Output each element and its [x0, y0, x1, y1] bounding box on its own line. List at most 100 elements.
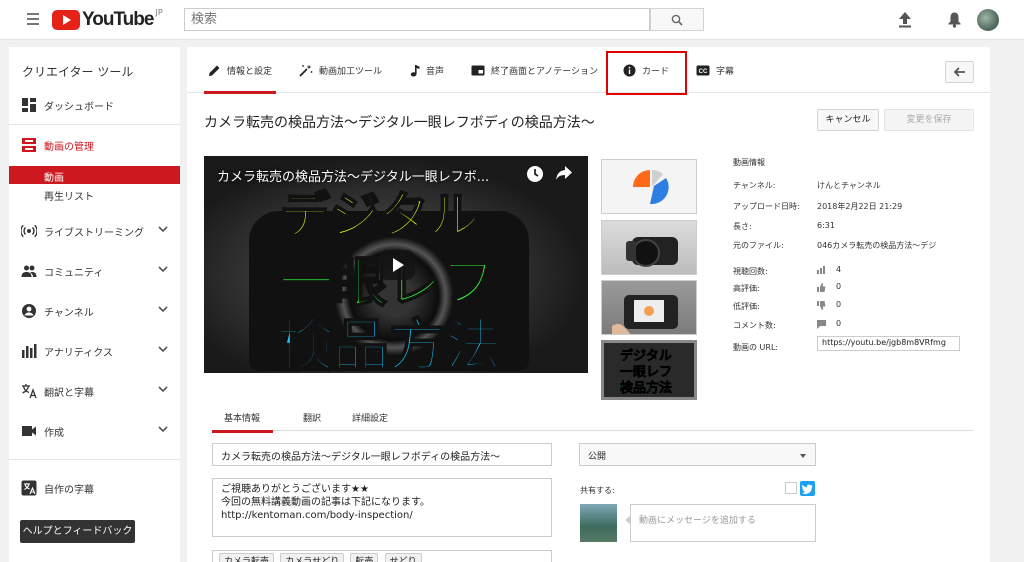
upload-date-value: 2018年2月22日 21:29 — [817, 202, 903, 211]
description-line: http://kentoman.com/body-inspection/ — [221, 510, 413, 521]
video-description-textarea[interactable]: ご視聴ありがとうございます★★ 今回の無料講義動画の記事は下記になります。 ht… — [212, 478, 552, 537]
community-icon — [21, 265, 37, 277]
sidebar-item-channel[interactable]: チャンネル — [9, 301, 180, 321]
details-subtabs: 基本情報 翻訳 詳細設定 — [211, 406, 974, 433]
tab-info-settings[interactable]: 情報と設定 — [203, 47, 277, 94]
likes-label: 高評価: — [733, 284, 760, 293]
video-info-heading: 動画情報 — [733, 158, 765, 167]
video-edit-panel: 情報と設定 動画加工ツール 音声 終了画面とアノテーション カード CC 字幕 … — [187, 47, 990, 562]
channel-icon — [22, 304, 36, 318]
tab-enhancements[interactable]: 動画加工ツール — [299, 47, 382, 93]
sidebar-item-live-streaming[interactable]: ライブストリーミング — [9, 221, 180, 241]
tag-chip[interactable]: せどり — [384, 553, 422, 562]
creator-studio-sidebar: クリエイター ツール ダッシュボード 動画の管理 動画 再生リスト ライブストリ… — [9, 47, 180, 562]
sidebar-item-video-manager[interactable]: 動画の管理 — [9, 135, 180, 155]
tab-audio[interactable]: 音声 — [410, 47, 444, 93]
menu-icon[interactable] — [27, 13, 39, 25]
tag-chip[interactable]: 転売 — [350, 553, 379, 562]
thumbnail-option-4-selected[interactable]: デジタル 一眼レフ 検品方法 — [601, 340, 697, 400]
video-url-label: 動画の URL: — [733, 343, 779, 352]
subtab-basic-info[interactable]: 基本情報 — [211, 411, 274, 433]
play-button[interactable] — [379, 250, 415, 280]
chevron-down-icon[interactable] — [158, 345, 168, 353]
privacy-select[interactable]: 公開 — [579, 443, 816, 466]
chevron-down-icon[interactable] — [158, 425, 168, 433]
back-button[interactable] — [945, 61, 974, 83]
account-avatar[interactable] — [977, 9, 999, 31]
watch-later-clock-icon[interactable] — [526, 165, 544, 183]
help-feedback-button[interactable]: ヘルプとフィードバック — [20, 520, 135, 543]
sidebar-title: クリエイター ツール — [22, 65, 134, 79]
thumbs-up-icon — [817, 283, 826, 292]
share-message-input[interactable]: 動画にメッセージを追加する — [625, 504, 816, 542]
search-input[interactable] — [184, 8, 650, 31]
back-arrow-icon — [954, 67, 965, 77]
analytics-bar-chart-icon — [22, 344, 37, 358]
sidebar-item-your-subtitles[interactable]: 自作の字幕 — [9, 478, 180, 498]
twitter-share-button[interactable] — [800, 481, 815, 496]
sidebar-item-community[interactable]: コミュニティ — [9, 261, 180, 281]
sidebar-item-create[interactable]: 作成 — [9, 421, 180, 441]
dislikes-label: 低評価: — [733, 302, 760, 311]
dislikes-value: 0 — [836, 300, 842, 309]
music-note-icon — [410, 64, 420, 77]
comments-value: 0 — [836, 319, 842, 328]
likes-value: 0 — [836, 282, 842, 291]
player-video-title[interactable]: カメラ転売の検品方法〜デジタル一眼レフボ... — [217, 166, 489, 185]
sidebar-item-translations[interactable]: 翻訳と字幕 — [9, 381, 180, 401]
svg-text:CC: CC — [699, 69, 708, 75]
notifications-bell-icon[interactable] — [947, 11, 962, 28]
subtab-translation[interactable]: 翻訳 — [303, 411, 321, 424]
youtube-logo[interactable]: YouTube JP — [52, 8, 163, 31]
tab-end-screen-annotations[interactable]: 終了画面とアノテーション — [471, 47, 598, 93]
original-file-value: 046カメラ転売の検品方法〜デジ — [817, 241, 937, 250]
translate-icon — [22, 384, 37, 399]
tag-chip[interactable]: カメラせどり — [280, 553, 345, 562]
share-checkbox[interactable] — [785, 482, 797, 494]
cancel-button[interactable]: キャンセル — [817, 109, 879, 131]
upload-icon[interactable] — [897, 11, 913, 28]
youtube-play-icon — [52, 10, 80, 30]
closed-captions-icon: CC — [696, 65, 710, 76]
channel-value[interactable]: けんとチャンネル — [817, 180, 881, 191]
description-line: 今回の無料講義動画の記事は下記になります。 — [221, 497, 430, 508]
sidebar-subitem-videos[interactable]: 動画 — [9, 166, 180, 184]
video-manager-icon — [22, 138, 36, 152]
tags-input[interactable]: カメラ転売 カメラせどり 転売 せどり — [212, 550, 552, 562]
video-title-input[interactable]: カメラ転売の検品方法〜デジタル一眼レフボディの検品方法〜 — [212, 443, 552, 466]
user-avatar — [580, 504, 617, 542]
thumbnail-option-2[interactable] — [601, 220, 697, 275]
comment-icon — [817, 320, 826, 329]
twitter-bird-icon — [801, 484, 813, 494]
views-bar-icon — [817, 266, 825, 274]
thumbnail-option-3[interactable] — [601, 280, 697, 335]
chevron-down-icon[interactable] — [158, 225, 168, 233]
chevron-down-icon[interactable] — [158, 385, 168, 393]
views-label: 視聴回数: — [733, 267, 768, 276]
magic-wand-icon — [299, 64, 313, 77]
sidebar-subitem-playlists[interactable]: 再生リスト — [9, 185, 180, 203]
tab-subtitles[interactable]: CC 字幕 — [696, 47, 734, 93]
subtab-advanced-settings[interactable]: 詳細設定 — [352, 411, 388, 424]
sidebar-divider — [9, 459, 180, 460]
chevron-down-icon[interactable] — [158, 305, 168, 313]
share-label: 共有する: — [580, 486, 615, 495]
sidebar-item-analytics[interactable]: アナリティクス — [9, 341, 180, 361]
channel-label: チャンネル: — [733, 181, 776, 190]
sidebar-divider — [9, 124, 180, 125]
share-arrow-icon[interactable] — [555, 165, 573, 181]
cards-tab-highlight-box — [606, 51, 687, 95]
dashboard-icon — [22, 98, 36, 112]
description-line: ご視聴ありがとうございます★★ — [221, 484, 369, 495]
sidebar-item-dashboard[interactable]: ダッシュボード — [9, 95, 180, 115]
chevron-down-icon[interactable] — [158, 265, 168, 273]
views-value: 4 — [836, 265, 842, 274]
video-url-field[interactable]: https://youtu.be/jgb8m8VRfmg — [817, 336, 960, 351]
end-screen-icon — [471, 65, 485, 76]
upload-date-label: アップロード日時: — [733, 202, 800, 211]
thumbnail-option-1[interactable] — [601, 159, 697, 214]
save-changes-button[interactable]: 変更を保存 — [884, 109, 974, 131]
search-button[interactable] — [650, 8, 704, 31]
video-player[interactable]: デジタル 一眼レフ 検品方法 カメラ転売の検品方法〜デジタル一眼レフボ... — [204, 156, 588, 373]
tag-chip[interactable]: カメラ転売 — [219, 553, 275, 562]
